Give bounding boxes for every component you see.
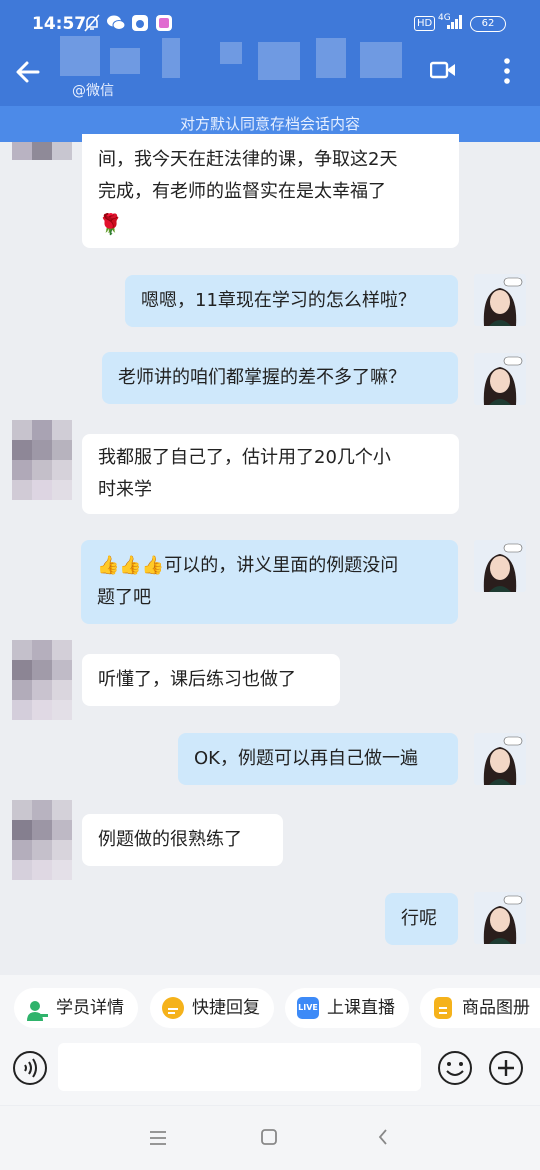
- my-avatar[interactable]: [474, 892, 526, 944]
- rose-emoji: 🌹: [98, 212, 123, 236]
- wechat-icon: [106, 14, 126, 32]
- message-bubble[interactable]: 嗯嗯，11章现在学习的怎么样啦？: [125, 275, 458, 327]
- catalog-label: 商品图册: [462, 998, 530, 1018]
- chat-header: @微信: [0, 36, 540, 106]
- status-time: 14:57: [32, 14, 87, 34]
- message-text: 题了吧: [97, 587, 151, 608]
- live-icon: LIVE: [297, 997, 319, 1019]
- quick-reply-icon: [162, 997, 184, 1019]
- quick-reply-label: 快捷回复: [192, 998, 260, 1018]
- catalog-icon: [434, 997, 452, 1019]
- contact-avatar[interactable]: [12, 142, 72, 160]
- notification-off-icon: [84, 14, 100, 32]
- emoji-icon[interactable]: [437, 1050, 473, 1090]
- hd-icon: HD: [414, 16, 436, 31]
- message-text: 我都服了自己了，估计用了20几个小: [98, 447, 391, 468]
- battery-indicator: 62: [470, 16, 506, 32]
- back-icon[interactable]: [376, 1128, 390, 1150]
- more-vertical-icon[interactable]: [502, 56, 512, 86]
- thumbs-up-emoji: 👍👍👍: [97, 555, 165, 576]
- student-details-button[interactable]: 学员详情: [14, 988, 138, 1028]
- message-bubble[interactable]: OK，例题可以再自己做一遍: [178, 733, 458, 785]
- message-bubble[interactable]: 间，我今天在赶法律的课，争取这2天 完成，有老师的监督实在是太幸福了 🌹: [82, 134, 459, 248]
- catalog-button[interactable]: 商品图册: [420, 988, 540, 1028]
- student-details-label: 学员详情: [56, 998, 124, 1018]
- contact-avatar[interactable]: [12, 800, 72, 880]
- plus-icon[interactable]: [488, 1050, 524, 1090]
- live-class-button[interactable]: LIVE 上课直播: [285, 988, 409, 1028]
- message-text: 间，我今天在赶法律的课，争取这2天: [98, 149, 398, 170]
- message-text: 完成，有老师的监督实在是太幸福了: [98, 181, 386, 202]
- arrow-left-icon[interactable]: [14, 58, 42, 92]
- message-bubble[interactable]: 例题做的很熟练了: [82, 814, 283, 866]
- contact-subtitle: @微信: [72, 83, 114, 99]
- quick-reply-button[interactable]: 快捷回复: [150, 988, 274, 1028]
- student-icon: [26, 997, 48, 1021]
- live-class-label: 上课直播: [327, 998, 395, 1018]
- my-avatar[interactable]: [474, 274, 526, 326]
- voice-icon[interactable]: [12, 1050, 48, 1090]
- message-bubble[interactable]: 👍👍👍可以的，讲义里面的例题没问 题了吧: [81, 540, 458, 624]
- system-nav-bar: [0, 1106, 540, 1170]
- gallery-notification-icon: [155, 14, 173, 32]
- message-bubble[interactable]: 我都服了自己了，估计用了20几个小 时来学: [82, 434, 459, 514]
- home-icon[interactable]: [260, 1128, 278, 1150]
- signal-icon: [446, 14, 464, 32]
- input-row: [0, 1038, 540, 1096]
- contact-avatar[interactable]: [12, 640, 72, 720]
- my-avatar[interactable]: [474, 733, 526, 785]
- app-notification-icon: [131, 14, 149, 32]
- message-text: 可以的，讲义里面的例题没问: [164, 555, 399, 576]
- my-avatar[interactable]: [474, 353, 526, 405]
- message-text: 时来学: [98, 479, 152, 500]
- message-input[interactable]: [58, 1043, 421, 1091]
- contact-avatar[interactable]: [12, 420, 72, 500]
- my-avatar[interactable]: [474, 540, 526, 592]
- video-call-icon[interactable]: [429, 60, 456, 80]
- message-bubble[interactable]: 老师讲的咱们都掌握的差不多了嘛？: [102, 352, 458, 404]
- message-bubble[interactable]: 听懂了，课后练习也做了: [82, 654, 340, 706]
- menu-icon[interactable]: [148, 1130, 168, 1150]
- message-bubble[interactable]: 行呢: [385, 893, 458, 945]
